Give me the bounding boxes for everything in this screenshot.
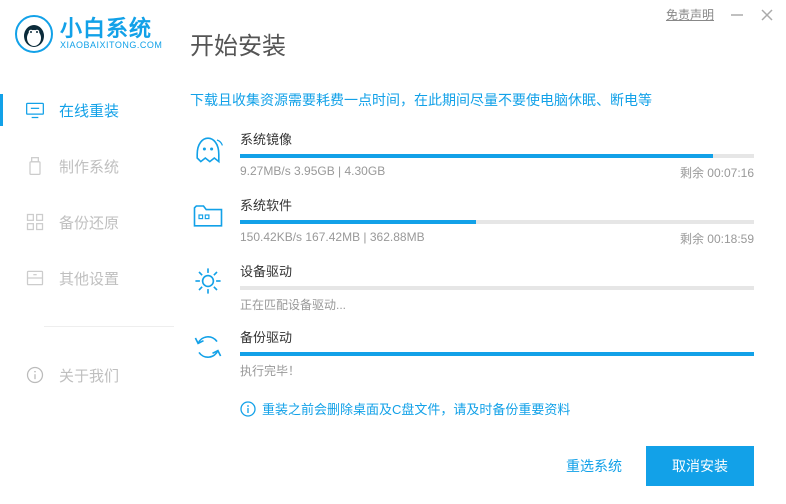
- intro-text: 下载且收集资源需要耗费一点时间，在此期间尽量不要使电脑休眠、断电等: [190, 89, 754, 111]
- progress-fill: [240, 352, 754, 356]
- task-status: 执行完毕！: [240, 362, 300, 379]
- sidebar-item-make-system[interactable]: 制作系统: [0, 150, 178, 182]
- task-remain: 剩余 00:07:16: [680, 164, 754, 181]
- task-status: 正在匹配设备驱动...: [240, 296, 346, 313]
- progress-fill: [240, 154, 713, 158]
- logo-icon: [14, 14, 54, 54]
- task-title: 设备驱动: [240, 261, 754, 280]
- logo: 小白系统 XIAOBAIXITONG.COM: [0, 14, 178, 54]
- sidebar: 小白系统 XIAOBAIXITONG.COM 在线重装 制作系统 备份还原: [0, 0, 178, 504]
- main-content: 开始安装 下载且收集资源需要耗费一点时间，在此期间尽量不要使电脑休眠、断电等 系…: [178, 0, 786, 504]
- task-title: 备份驱动: [240, 327, 754, 346]
- warning-text: 重装之前会删除桌面及C盘文件，请及时备份重要资料: [262, 399, 570, 418]
- progress-bar: [240, 154, 754, 158]
- drawer-icon: [25, 268, 45, 288]
- gear-icon: [190, 263, 226, 299]
- cancel-install-button[interactable]: 取消安装: [646, 446, 754, 486]
- warning-message: 重装之前会删除桌面及C盘文件，请及时备份重要资料: [240, 399, 754, 418]
- task-title: 系统软件: [240, 195, 754, 214]
- reselect-system-button[interactable]: 重选系统: [566, 456, 622, 476]
- nav-divider: [44, 326, 174, 327]
- task-system-image: 系统镜像 9.27MB/s 3.95GB | 4.30GB 剩余 00:07:1…: [190, 129, 754, 181]
- refresh-icon: [190, 329, 226, 365]
- logo-sub: XIAOBAIXITONG.COM: [60, 41, 162, 51]
- logo-name: 小白系统: [60, 17, 162, 41]
- task-status: 9.27MB/s 3.95GB | 4.30GB: [240, 164, 385, 181]
- progress-bar: [240, 220, 754, 224]
- monitor-icon: [25, 100, 45, 120]
- sidebar-item-other-settings[interactable]: 其他设置: [0, 262, 178, 294]
- task-system-software: 系统软件 150.42KB/s 167.42MB | 362.88MB 剩余 0…: [190, 195, 754, 247]
- info-outline-icon: [240, 401, 256, 417]
- task-backup-driver: 备份驱动 执行完毕！: [190, 327, 754, 379]
- folder-icon: [190, 197, 226, 233]
- ghost-icon: [190, 131, 226, 167]
- task-status: 150.42KB/s 167.42MB | 362.88MB: [240, 230, 425, 247]
- progress-fill: [240, 220, 476, 224]
- sidebar-item-label: 制作系统: [59, 156, 119, 177]
- sidebar-item-label: 其他设置: [59, 268, 119, 289]
- task-title: 系统镜像: [240, 129, 754, 148]
- progress-bar: [240, 286, 754, 290]
- sidebar-item-about-us[interactable]: 关于我们: [0, 359, 178, 391]
- grid-icon: [25, 212, 45, 232]
- sidebar-item-label: 备份还原: [59, 212, 119, 233]
- sidebar-item-label: 关于我们: [59, 365, 119, 386]
- sidebar-item-online-reinstall[interactable]: 在线重装: [0, 94, 178, 126]
- progress-bar: [240, 352, 754, 356]
- info-icon: [25, 365, 45, 385]
- sidebar-item-backup-restore[interactable]: 备份还原: [0, 206, 178, 238]
- page-title: 开始安装: [190, 26, 754, 61]
- task-device-driver: 设备驱动 正在匹配设备驱动...: [190, 261, 754, 313]
- task-remain: 剩余 00:18:59: [680, 230, 754, 247]
- usb-icon: [25, 156, 45, 176]
- sidebar-item-label: 在线重装: [59, 100, 119, 121]
